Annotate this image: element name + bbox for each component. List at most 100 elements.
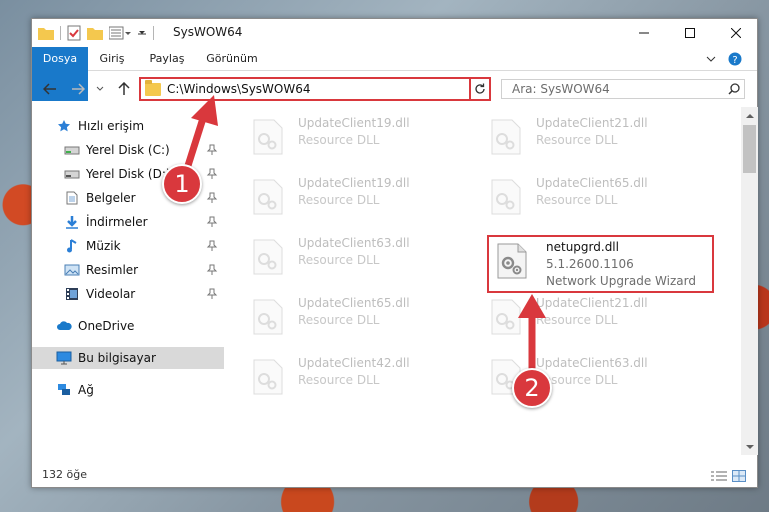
back-arrow-icon xyxy=(43,83,56,95)
drive-icon xyxy=(64,142,80,158)
recent-locations-button[interactable] xyxy=(90,79,110,99)
network-icon xyxy=(56,382,72,398)
file-name: UpdateClient21.dll xyxy=(536,116,648,130)
file-item[interactable]: UpdateClient42.dll Resource DLL xyxy=(242,351,472,405)
customize-toolbar-icon[interactable] xyxy=(109,26,131,40)
sidebar-item-label: Müzik xyxy=(86,239,121,253)
forward-arrow-icon xyxy=(72,83,85,95)
new-folder-icon[interactable] xyxy=(87,26,103,40)
pin-icon[interactable] xyxy=(206,216,218,228)
sidebar-item-label: Videolar xyxy=(86,287,136,301)
pin-icon[interactable] xyxy=(206,168,218,180)
sidebar-item-label: Ağ xyxy=(78,383,94,397)
sidebar-item-quick-access[interactable]: Hızlı erişim xyxy=(32,115,224,137)
search-icon[interactable] xyxy=(724,80,744,98)
sidebar-item-downloads[interactable]: İndirmeler xyxy=(32,211,224,233)
svg-text:?: ? xyxy=(732,55,737,66)
navigation-pane: Hızlı erişim Yerel Disk (C:) Yerel Disk … xyxy=(32,115,224,455)
cloud-icon xyxy=(56,318,72,334)
file-item[interactable]: UpdateClient19.dll Resource DLL xyxy=(242,111,472,165)
file-name: UpdateClient19.dll xyxy=(298,116,410,130)
scroll-thumb[interactable] xyxy=(743,125,756,173)
address-bar[interactable]: C:\Windows\SysWOW64 xyxy=(139,77,491,101)
tab-view[interactable]: Görünüm xyxy=(200,47,264,71)
back-button[interactable] xyxy=(40,79,60,99)
file-description: Resource DLL xyxy=(298,193,380,207)
sidebar-item-music[interactable]: Müzik xyxy=(32,235,224,257)
large-icons-view-button[interactable] xyxy=(731,469,747,483)
file-item[interactable]: UpdateClient65.dll Resource DLL xyxy=(480,171,710,225)
properties-icon[interactable] xyxy=(67,25,81,41)
help-button[interactable]: ? xyxy=(726,51,744,67)
drive-icon xyxy=(64,166,80,182)
step-2-callout: 2 xyxy=(512,368,552,408)
up-button[interactable] xyxy=(114,79,134,99)
highlight-box xyxy=(487,235,714,293)
pin-icon[interactable] xyxy=(206,288,218,300)
sidebar-item-label: İndirmeler xyxy=(86,215,148,229)
maximize-icon xyxy=(685,27,695,38)
dll-file-icon xyxy=(253,239,283,275)
search-box[interactable]: Ara: SysWOW64 xyxy=(501,79,745,99)
file-item[interactable]: UpdateClient65.dll Resource DLL xyxy=(242,291,472,345)
step-1-callout: 1 xyxy=(162,164,202,204)
minimize-button[interactable] xyxy=(621,19,667,46)
sidebar-item-label: Resimler xyxy=(86,263,139,277)
sidebar-item-label: Hızlı erişim xyxy=(78,119,145,133)
details-view-icon xyxy=(711,471,727,481)
dll-file-icon xyxy=(491,119,521,155)
sidebar-item-local-disk-c[interactable]: Yerel Disk (C:) xyxy=(32,139,224,161)
file-item[interactable]: UpdateClient21.dll Resource DLL xyxy=(480,291,710,345)
file-item[interactable]: UpdateClient21.dll Resource DLL xyxy=(480,111,710,165)
file-description: Resource DLL xyxy=(536,313,618,327)
sidebar-item-onedrive[interactable]: OneDrive xyxy=(32,315,224,337)
refresh-button[interactable] xyxy=(469,77,491,101)
tab-home[interactable]: Giriş xyxy=(90,47,134,71)
file-name: UpdateClient65.dll xyxy=(298,296,410,310)
dll-file-icon xyxy=(491,299,521,335)
minimize-icon xyxy=(639,32,649,33)
sidebar-item-label: Yerel Disk (D:) xyxy=(86,167,171,181)
large-icons-view-icon xyxy=(732,470,746,482)
window-title: SysWOW64 xyxy=(173,25,243,39)
tab-share[interactable]: Paylaş xyxy=(142,47,192,71)
address-path[interactable]: C:\Windows\SysWOW64 xyxy=(167,82,471,96)
file-item[interactable]: UpdateClient19.dll Resource DLL xyxy=(242,171,472,225)
sidebar-item-label: OneDrive xyxy=(78,319,135,333)
expand-ribbon-button[interactable] xyxy=(702,51,720,67)
sidebar-item-network[interactable]: Ağ xyxy=(32,379,224,401)
file-name: UpdateClient21.dll xyxy=(536,296,648,310)
close-icon xyxy=(731,27,741,38)
dll-file-icon xyxy=(253,179,283,215)
sidebar-item-this-pc[interactable]: Bu bilgisayar xyxy=(32,347,224,369)
pin-icon[interactable] xyxy=(206,264,218,276)
pin-icon[interactable] xyxy=(206,240,218,252)
pictures-icon xyxy=(64,262,80,278)
chevron-down-icon xyxy=(706,56,716,62)
file-description: Resource DLL xyxy=(536,193,618,207)
folder-icon xyxy=(145,79,161,96)
scroll-up-button[interactable] xyxy=(741,107,758,123)
forward-button[interactable] xyxy=(68,79,88,99)
search-input[interactable]: Ara: SysWOW64 xyxy=(512,82,724,96)
file-description: Resource DLL xyxy=(298,313,380,327)
vertical-scrollbar[interactable] xyxy=(741,107,758,455)
maximize-button[interactable] xyxy=(667,19,713,46)
sidebar-item-label: Yerel Disk (C:) xyxy=(86,143,170,157)
file-description: Resource DLL xyxy=(536,133,618,147)
close-button[interactable] xyxy=(713,19,759,46)
details-view-button[interactable] xyxy=(711,469,727,483)
scroll-down-button[interactable] xyxy=(741,439,758,455)
pin-icon[interactable] xyxy=(206,192,218,204)
sidebar-item-pictures[interactable]: Resimler xyxy=(32,259,224,281)
file-description: Resource DLL xyxy=(298,373,380,387)
refresh-icon xyxy=(475,83,485,94)
sidebar-item-videos[interactable]: Videolar xyxy=(32,283,224,305)
dropdown-arrow-icon[interactable] xyxy=(137,28,147,38)
pin-icon[interactable] xyxy=(206,144,218,156)
quick-access-toolbar xyxy=(38,25,154,41)
chevron-down-icon xyxy=(745,444,754,449)
file-item[interactable]: UpdateClient63.dll Resource DLL xyxy=(242,231,472,285)
dll-file-icon xyxy=(253,299,283,335)
file-name: UpdateClient63.dll xyxy=(298,236,410,250)
